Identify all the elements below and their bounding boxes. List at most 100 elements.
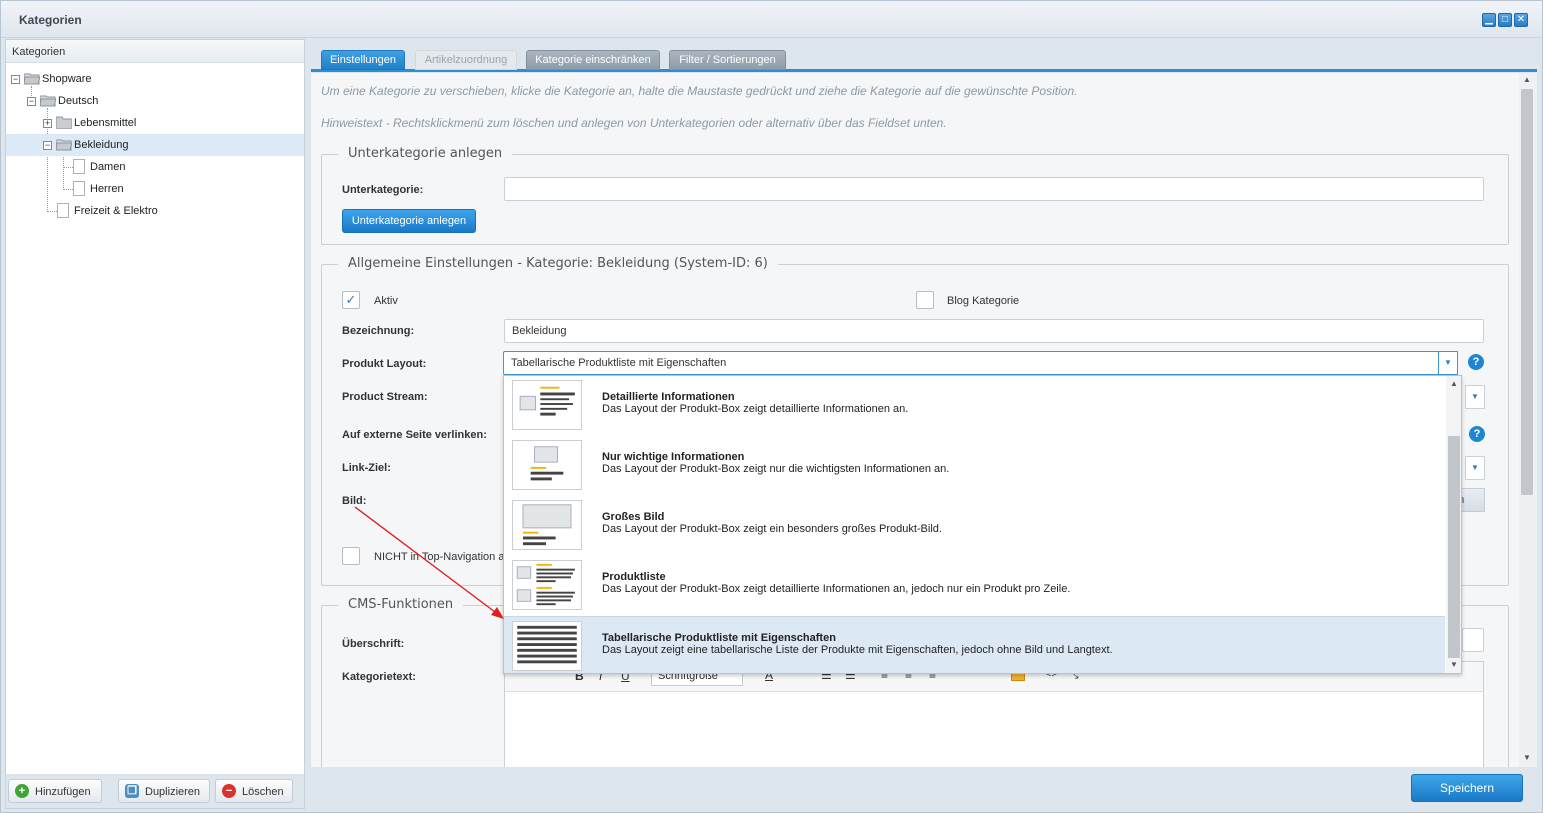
duplicate-category-button[interactable]: ❐ Duplizieren bbox=[118, 779, 210, 803]
maximize-icon[interactable]: □ bbox=[1498, 13, 1512, 27]
form-scrollbar[interactable]: ▲ ▼ bbox=[1519, 73, 1537, 767]
option-description: Das Layout der Produkt-Box zeigt ein bes… bbox=[602, 523, 942, 535]
expand-icon[interactable]: + bbox=[43, 119, 52, 128]
duplicate-label: Duplizieren bbox=[145, 786, 201, 798]
scroll-down-icon[interactable]: ▼ bbox=[1523, 753, 1531, 762]
blog-label: Blog Kategorie bbox=[947, 295, 1020, 307]
option-description: Das Layout der Produkt-Box zeigt detaill… bbox=[602, 403, 909, 415]
layout-dropdown-icon[interactable]: ▼ bbox=[1438, 351, 1458, 375]
extern-link-label: Auf externe Seite verlinken: bbox=[342, 429, 487, 441]
folder-icon bbox=[56, 116, 72, 129]
tree-node-lebensmittel[interactable]: + Lebensmittel bbox=[6, 112, 304, 134]
add-category-button[interactable]: + Hinzufügen bbox=[8, 779, 102, 803]
tree-node-shopware[interactable]: − Shopware bbox=[6, 68, 304, 90]
table-layout-preview-icon bbox=[512, 621, 582, 671]
collapse-icon[interactable]: − bbox=[11, 75, 20, 84]
blog-checkbox[interactable] bbox=[916, 291, 934, 309]
link-target-dropdown-icon[interactable]: ▼ bbox=[1465, 456, 1485, 480]
fieldset-legend: Unterkategorie anlegen bbox=[338, 146, 513, 161]
duplicate-icon: ❐ bbox=[125, 784, 139, 798]
tree-node-bekleidung[interactable]: − Bekleidung bbox=[6, 134, 304, 156]
minus-icon: − bbox=[222, 784, 236, 798]
subcategory-fieldset: Unterkategorie anlegen Unterkategorie: U… bbox=[321, 146, 1509, 245]
tree-node-label: Bekleidung bbox=[74, 139, 129, 151]
tree-node-label: Damen bbox=[90, 161, 126, 173]
bezeichnung-input[interactable] bbox=[504, 319, 1484, 343]
headline-input[interactable] bbox=[1462, 628, 1484, 652]
fieldset-legend: Allgemeine Einstellungen - Kategorie: Be… bbox=[338, 256, 778, 271]
create-subcategory-button[interactable]: Unterkategorie anlegen bbox=[342, 209, 476, 233]
scroll-up-icon[interactable]: ▲ bbox=[1523, 75, 1531, 84]
tree-node-freizeit-elektro[interactable]: Freizeit & Elektro bbox=[6, 200, 304, 222]
collapse-icon[interactable]: − bbox=[43, 141, 52, 150]
scroll-thumb[interactable] bbox=[1448, 436, 1460, 658]
scroll-up-icon[interactable]: ▲ bbox=[1450, 379, 1458, 388]
collapse-icon[interactable]: − bbox=[27, 97, 36, 106]
bezeichnung-label: Bezeichnung: bbox=[342, 325, 415, 337]
folder-open-icon bbox=[56, 139, 72, 151]
help-icon[interactable]: ? bbox=[1469, 426, 1485, 442]
tab-einstellungen[interactable]: Einstellungen bbox=[321, 50, 405, 70]
file-icon bbox=[57, 203, 69, 218]
footer-toolbar: Speichern bbox=[311, 768, 1537, 809]
tree-node-label: Deutsch bbox=[58, 95, 99, 107]
subcategory-label: Unterkategorie: bbox=[342, 184, 424, 196]
tree-node-deutsch[interactable]: − Deutsch bbox=[6, 90, 304, 112]
tree-node-herren[interactable]: Herren bbox=[6, 178, 304, 200]
close-icon[interactable]: ✕ bbox=[1514, 13, 1528, 27]
option-title: Nur wichtige Informationen bbox=[602, 451, 745, 463]
product-layout-combobox[interactable] bbox=[503, 351, 1439, 375]
detail-tabs: Einstellungen Artikelzuordnung Kategorie… bbox=[311, 39, 1537, 72]
headline-label: Überschrift: bbox=[342, 638, 405, 650]
aktiv-label: Aktiv bbox=[374, 295, 398, 307]
tree-node-damen[interactable]: Damen bbox=[6, 156, 304, 178]
delete-category-button[interactable]: − Löschen bbox=[215, 779, 293, 803]
folder-open-icon bbox=[40, 95, 56, 107]
option-description: Das Layout zeigt eine tabellarische List… bbox=[602, 644, 1113, 656]
categories-window: Kategorien ▁ □ ✕ Kategorien − Shopware −… bbox=[0, 0, 1543, 813]
tree-node-label: Lebensmittel bbox=[74, 117, 137, 129]
option-title: Produktliste bbox=[602, 571, 666, 583]
add-label: Hinzufügen bbox=[35, 786, 91, 798]
tab-filter-sortierungen[interactable]: Filter / Sortierungen bbox=[669, 50, 786, 70]
layout-label: Produkt Layout: bbox=[342, 358, 427, 370]
option-title: Großes Bild bbox=[602, 511, 665, 523]
minimal-layout-preview-icon bbox=[512, 440, 582, 490]
move-hint: Um eine Kategorie zu verschieben, klicke… bbox=[321, 84, 1078, 98]
scroll-thumb[interactable] bbox=[1521, 89, 1533, 495]
delete-label: Löschen bbox=[242, 786, 284, 798]
layout-option-list[interactable]: Produktliste Das Layout der Produkt-Box … bbox=[504, 556, 1445, 616]
folder-open-icon bbox=[24, 73, 40, 85]
help-icon[interactable]: ? bbox=[1468, 354, 1484, 370]
layout-option-table[interactable]: Tabellarische Produktliste mit Eigenscha… bbox=[504, 616, 1445, 673]
window-titlebar: Kategorien ▁ □ ✕ bbox=[1, 1, 1542, 38]
scroll-down-icon[interactable]: ▼ bbox=[1450, 660, 1458, 669]
options-scrollbar[interactable]: ▲ ▼ bbox=[1446, 376, 1461, 673]
tree-node-label: Freizeit & Elektro bbox=[74, 205, 158, 217]
save-button[interactable]: Speichern bbox=[1411, 774, 1523, 802]
file-icon bbox=[73, 181, 85, 196]
tree-toolbar: + Hinzufügen ❐ Duplizieren − Löschen bbox=[6, 774, 304, 808]
plus-icon: + bbox=[15, 784, 29, 798]
tab-kategorie-einschraenken[interactable]: Kategorie einschränken bbox=[526, 50, 660, 70]
stream-dropdown-icon[interactable]: ▼ bbox=[1465, 385, 1485, 409]
context-hint: Hinweistext - Rechtsklickmenü zum lösche… bbox=[321, 116, 947, 130]
category-text-editor[interactable]: B I U Schriftgröße A ☰ ☰ ≡ ≡ ≡ <> ⤡ bbox=[504, 661, 1484, 767]
layout-option-detailed[interactable]: Detaillierte Informationen Das Layout de… bbox=[504, 376, 1445, 436]
link-target-label: Link-Ziel: bbox=[342, 462, 391, 474]
layout-option-minimal[interactable]: Nur wichtige Informationen Das Layout de… bbox=[504, 436, 1445, 496]
large-image-layout-preview-icon bbox=[512, 500, 582, 550]
tab-artikelzuordnung[interactable]: Artikelzuordnung bbox=[415, 50, 517, 70]
option-title: Tabellarische Produktliste mit Eigenscha… bbox=[602, 632, 836, 644]
file-icon bbox=[73, 159, 85, 174]
product-list-layout-preview-icon bbox=[512, 560, 582, 610]
tree-node-label: Herren bbox=[90, 183, 124, 195]
subcategory-input[interactable] bbox=[504, 177, 1484, 201]
tree-header: Kategorien bbox=[6, 40, 304, 63]
detailed-layout-preview-icon bbox=[512, 380, 582, 430]
window-title: Kategorien bbox=[19, 13, 82, 27]
layout-option-large-image[interactable]: Großes Bild Das Layout der Produkt-Box z… bbox=[504, 496, 1445, 556]
minimize-icon[interactable]: ▁ bbox=[1482, 13, 1496, 27]
category-text-label: Kategorietext: bbox=[342, 671, 416, 683]
aktiv-checkbox[interactable]: ✓ bbox=[342, 291, 360, 309]
